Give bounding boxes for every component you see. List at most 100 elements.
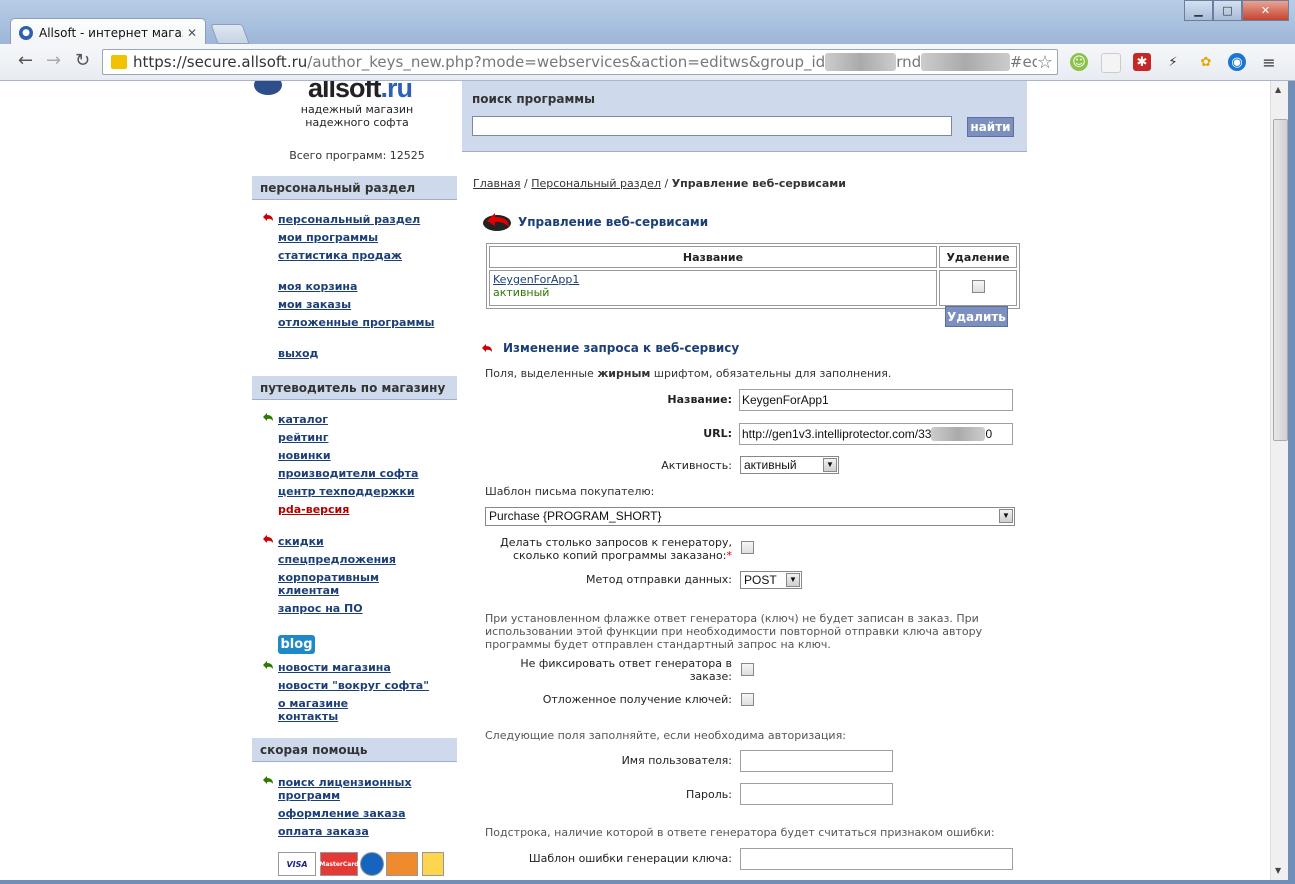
- delete-button[interactable]: Удалить: [945, 306, 1008, 327]
- address-bar[interactable]: https://secure.allsoft.ru/author_keys_ne…: [102, 49, 1058, 75]
- sidebar-item-payment[interactable]: оплата заказа: [278, 825, 369, 838]
- browser-tab[interactable]: ● Allsoft - интернет магазин ✕: [10, 18, 206, 46]
- url-redacted-2: xxxxxxxxxx: [921, 53, 1010, 71]
- copies-checkbox[interactable]: [741, 541, 754, 554]
- reload-icon[interactable]: ↻: [75, 52, 90, 70]
- url-input[interactable]: http://gen1v3.intelliprotector.com/33xxx…: [739, 423, 1013, 445]
- sidebar-item-personal[interactable]: персональный раздел: [278, 213, 420, 226]
- menu-icon[interactable]: ≡: [1260, 53, 1278, 72]
- red-arrow-icon: [263, 213, 273, 221]
- nofix-checkbox[interactable]: [741, 663, 754, 676]
- url-field-redacted: xxxxxxxxx: [931, 427, 986, 441]
- sidebar-item-my-programs[interactable]: мои программы: [278, 231, 378, 244]
- tagline-line-2: надежного софта: [305, 116, 409, 129]
- activity-select[interactable]: активный ▼: [740, 456, 839, 474]
- ws-name-link[interactable]: KeygenForApp1: [493, 273, 579, 286]
- lock-warning-icon: [111, 55, 127, 69]
- close-tab-icon[interactable]: ✕: [187, 26, 197, 40]
- username-input[interactable]: [740, 750, 893, 772]
- sidebar-item-soft-news[interactable]: новости "вокруг софта": [278, 679, 429, 692]
- auth-note: Следующие поля заполняйте, если необходи…: [485, 729, 846, 742]
- sidebar-item-logout[interactable]: выход: [278, 347, 318, 360]
- minimize-button[interactable]: ▁: [1184, 0, 1213, 21]
- sidebar-head-personal: персональный раздел: [252, 176, 457, 200]
- error-template-input[interactable]: [740, 848, 1013, 870]
- logo-tagline: надежный магазин надежного софта: [252, 103, 462, 129]
- deferred-checkbox[interactable]: [741, 693, 754, 706]
- extension-flower-icon[interactable]: ✿: [1197, 53, 1215, 71]
- method-select[interactable]: POST ▼: [740, 571, 802, 589]
- password-input[interactable]: [740, 783, 893, 805]
- sidebar-item-deferred[interactable]: отложенные программы: [278, 316, 434, 329]
- close-window-button[interactable]: ✕: [1242, 0, 1289, 21]
- breadcrumb-personal[interactable]: Персональный раздел: [531, 177, 661, 190]
- sidebar-item-about[interactable]: о магазине: [278, 697, 348, 710]
- blog-badge[interactable]: blog: [278, 635, 315, 654]
- flag-note: При установленном флажке ответ генератор…: [485, 612, 983, 651]
- sidebar-item-software-request[interactable]: запрос на ПО: [278, 602, 363, 615]
- tab-title: Allsoft - интернет магазин: [39, 25, 183, 40]
- sidebar-item-sales-stats[interactable]: статистика продаж: [278, 249, 402, 262]
- scroll-up-icon[interactable]: ▲: [1275, 85, 1281, 94]
- col-name-header: Название: [489, 246, 937, 268]
- window-frame-bottom: [0, 880, 1295, 884]
- logo-disc-icon: [254, 81, 282, 95]
- extension-smiley-icon[interactable]: ☺: [1070, 53, 1088, 71]
- webmoney-logo-icon: [360, 852, 384, 876]
- scrollbar-thumb[interactable]: [1273, 119, 1288, 441]
- template-select[interactable]: Purchase {PROGRAM_SHORT} ▼: [485, 507, 1015, 526]
- breadcrumb-sep: /: [524, 177, 528, 190]
- back-arrow-icon[interactable]: ←: [18, 52, 33, 70]
- page-viewport: allsoft.ru надежный магазин надежного со…: [0, 81, 1270, 880]
- error-template-label: Шаблон ошибки генерации ключа:: [528, 852, 732, 865]
- sidebar-item-my-cart[interactable]: моя корзина: [278, 280, 357, 293]
- sidebar-item-my-orders[interactable]: мои заказы: [278, 298, 351, 311]
- ws-status: активный: [493, 286, 550, 299]
- required-intro: Поля, выделенные жирным шрифтом, обязате…: [485, 367, 892, 380]
- edit-section-title: Изменение запроса к веб-сервису: [503, 341, 740, 355]
- window-controls: ▁ □ ✕: [1184, 0, 1289, 21]
- new-tab-button[interactable]: [210, 24, 250, 44]
- extension-asterisk-icon[interactable]: ✱: [1133, 53, 1151, 71]
- green-arrow-icon: [263, 413, 273, 421]
- maximize-button[interactable]: □: [1213, 0, 1242, 21]
- scroll-down-icon[interactable]: ▼: [1275, 866, 1281, 875]
- site-favicon-icon: ●: [19, 25, 33, 40]
- browser-toolbar: ← → ↻ https://secure.allsoft.ru/author_k…: [0, 44, 1295, 81]
- payment-cash-icon: [386, 852, 418, 876]
- sidebar-item-license-search[interactable]: поиск лицензионных программ: [278, 776, 428, 802]
- name-input[interactable]: KeygenForApp1: [739, 389, 1013, 411]
- search-button[interactable]: найти: [967, 117, 1014, 137]
- extension-circle-icon[interactable]: ◉: [1228, 53, 1246, 71]
- browser-window: ● Allsoft - интернет магазин ✕ ▁ □ ✕ ← →…: [0, 0, 1295, 884]
- breadcrumb-current: Управление веб-сервисами: [671, 177, 846, 190]
- sidebar-item-checkout[interactable]: оформление заказа: [278, 807, 406, 820]
- name-label: Название:: [667, 393, 732, 406]
- sidebar-item-pda[interactable]: pda-версия: [278, 503, 349, 516]
- search-label: поиск программы: [472, 92, 595, 106]
- sidebar-item-rating[interactable]: рейтинг: [278, 431, 328, 444]
- sidebar-item-corporate[interactable]: корпоративным клиентам: [278, 571, 398, 597]
- extension-blank-icon[interactable]: [1101, 53, 1121, 73]
- sidebar-item-vendors[interactable]: производители софта: [278, 467, 418, 480]
- vertical-scrollbar[interactable]: ▲ ▼: [1270, 81, 1289, 880]
- forward-arrow-icon[interactable]: →: [46, 52, 61, 70]
- sidebar-item-new[interactable]: новинки: [278, 449, 331, 462]
- sidebar-item-catalog[interactable]: каталог: [278, 413, 328, 426]
- search-input[interactable]: [472, 116, 952, 136]
- sidebar-item-support[interactable]: центр техподдержки: [278, 485, 415, 498]
- method-label: Метод отправки данных:: [586, 573, 732, 586]
- extension-bolt-icon[interactable]: ⚡: [1164, 53, 1182, 71]
- sidebar-item-discounts[interactable]: скидки: [278, 535, 324, 548]
- ws-delete-checkbox[interactable]: [971, 280, 985, 293]
- sidebar-item-contacts[interactable]: контакты: [278, 710, 338, 723]
- url-redacted-1: xxxxxxxx: [825, 53, 897, 71]
- bookmark-star-icon[interactable]: ☆: [1037, 52, 1053, 73]
- sidebar-item-shop-news[interactable]: новости магазина: [278, 661, 391, 674]
- sidebar-item-special-offers[interactable]: спецпредложения: [278, 553, 396, 566]
- ws-name-cell: KeygenForApp1 активный: [489, 270, 937, 306]
- table-row: KeygenForApp1 активный: [489, 270, 1017, 306]
- logo-brand: allsoft.ru: [308, 81, 413, 103]
- breadcrumb-home[interactable]: Главная: [473, 177, 521, 190]
- breadcrumb-sep: /: [664, 177, 669, 190]
